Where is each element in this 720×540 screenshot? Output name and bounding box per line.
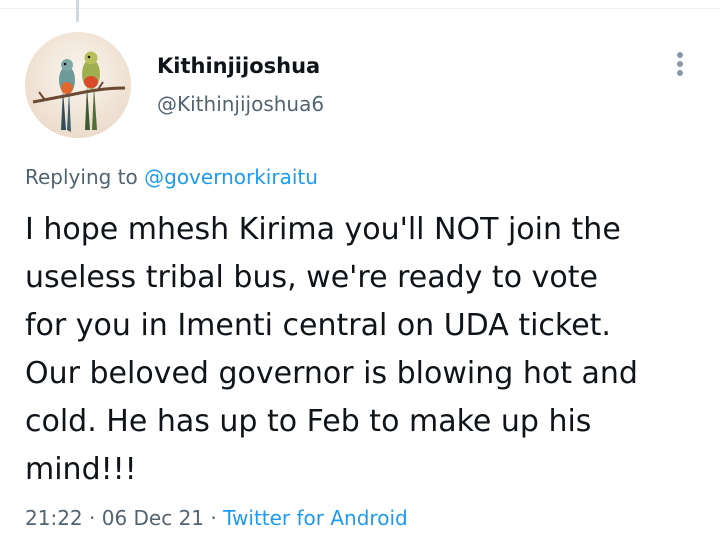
- tweet-time[interactable]: 21:22: [25, 506, 83, 530]
- replying-to-line: Replying to @governorkiraitu: [25, 162, 318, 192]
- tweet-source-link[interactable]: Twitter for Android: [223, 506, 408, 530]
- tweet-text-line: for you in Imenti central on UDA ticket.: [25, 308, 611, 343]
- more-options-icon: [677, 52, 683, 76]
- user-handle[interactable]: @Kithinjijoshua6: [157, 90, 324, 118]
- avatar-birds-image: [25, 32, 131, 138]
- replying-to-mention[interactable]: @governorkiraitu: [144, 165, 318, 189]
- display-name[interactable]: Kithinjijoshua: [157, 52, 324, 80]
- tweet-text-line: cold. He has up to Feb to make up his: [25, 404, 592, 439]
- tweet-text-line: useless tribal bus, we're ready to vote: [25, 260, 598, 295]
- top-divider: [0, 0, 720, 9]
- more-options-button[interactable]: [668, 48, 692, 84]
- tweet-text-line: Our beloved governor is blowing hot and: [25, 356, 638, 391]
- tweet-text-line: I hope mhesh Kirima you'll NOT join the: [25, 212, 621, 247]
- avatar[interactable]: [25, 32, 131, 138]
- thread-connector-line: [76, 0, 79, 22]
- tweet-text: I hope mhesh Kirima you'll NOT join the …: [25, 206, 705, 494]
- replying-to-label: Replying to: [25, 165, 138, 189]
- tweet-text-line: mind!!!: [25, 452, 137, 487]
- meta-separator: ·: [89, 506, 96, 530]
- user-info: Kithinjijoshua @Kithinjijoshua6: [157, 52, 324, 118]
- tweet-date[interactable]: 06 Dec 21: [102, 506, 204, 530]
- tweet-metadata: 21:22 · 06 Dec 21 · Twitter for Android: [25, 503, 408, 533]
- meta-separator: ·: [210, 506, 217, 530]
